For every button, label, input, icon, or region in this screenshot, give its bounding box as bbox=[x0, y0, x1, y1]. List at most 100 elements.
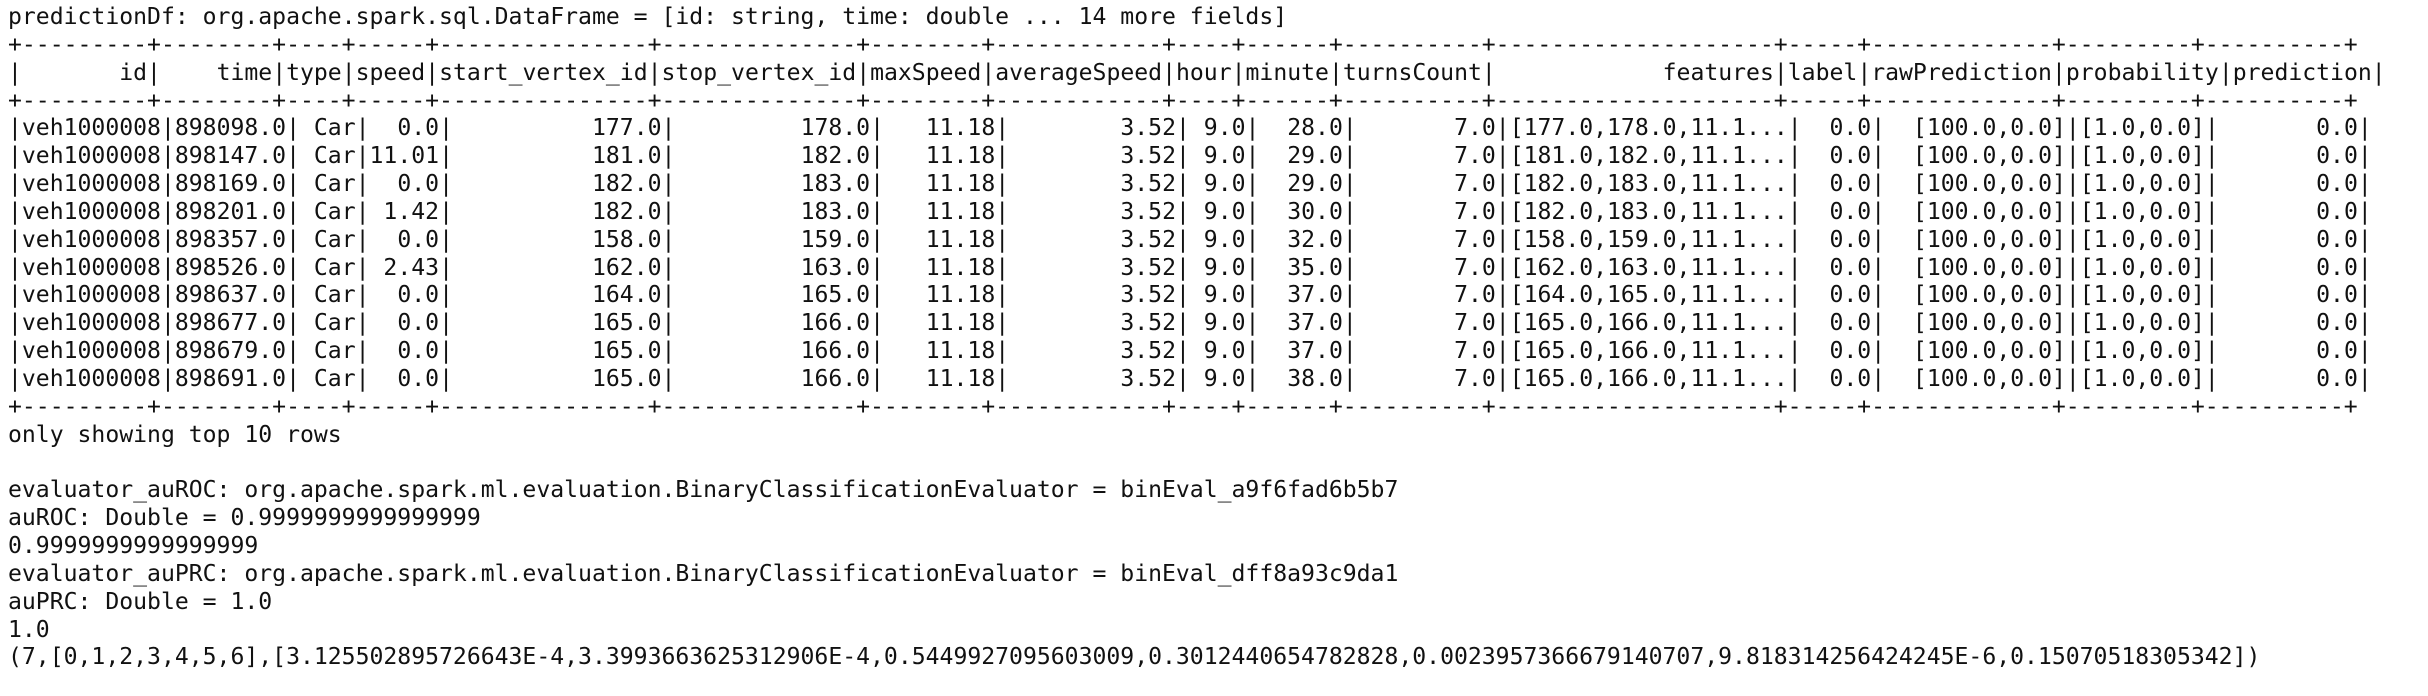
table-cell: 898526.0 bbox=[174, 254, 287, 281]
table-cell: 165.0 bbox=[675, 282, 871, 309]
table-cell: 0.0 bbox=[369, 282, 440, 309]
output-line: auROC: Double = 0.9999999999999999 bbox=[8, 505, 481, 532]
table-cell: [165.0,166.0,11.1... bbox=[1509, 310, 1788, 337]
column-header: rawPrediction bbox=[1871, 59, 2052, 86]
table-cell: [1.0,0.0] bbox=[2079, 115, 2205, 142]
table-cell: 0.0 bbox=[1801, 282, 1872, 309]
table-cell: 9.0 bbox=[1189, 254, 1246, 281]
table-cell: veh1000008 bbox=[21, 338, 161, 365]
table-row: |veh1000008|898677.0| Car| 0.0| 165.0| 1… bbox=[8, 310, 2372, 337]
table-cell: 166.0 bbox=[675, 310, 871, 337]
table-cell: veh1000008 bbox=[21, 254, 161, 281]
column-header: start_vertex_id bbox=[439, 59, 648, 86]
table-cell: Car bbox=[300, 254, 356, 281]
table-cell: 7.0 bbox=[1356, 365, 1496, 392]
dataframe-table: +---------+--------+----+-----+---------… bbox=[8, 32, 2428, 422]
table-cell: [165.0,166.0,11.1... bbox=[1509, 338, 1788, 365]
table-border: +---------+--------+----+-----+---------… bbox=[8, 393, 2358, 420]
table-cell: 3.52 bbox=[1009, 365, 1176, 392]
table-cell: [162.0,163.0,11.1... bbox=[1509, 254, 1788, 281]
table-cell: 182.0 bbox=[675, 143, 871, 170]
table-cell: [165.0,166.0,11.1... bbox=[1509, 365, 1788, 392]
table-cell: Car bbox=[300, 338, 356, 365]
table-cell: [100.0,0.0] bbox=[1885, 282, 2066, 309]
table-cell: 0.0 bbox=[369, 115, 440, 142]
table-cell: 11.18 bbox=[884, 226, 996, 253]
table-cell: 0.0 bbox=[2218, 310, 2358, 337]
table-cell: Car bbox=[300, 365, 356, 392]
table-cell: [1.0,0.0] bbox=[2079, 365, 2205, 392]
table-cell: 0.0 bbox=[2218, 282, 2358, 309]
table-cell: 898677.0 bbox=[174, 310, 287, 337]
table-cell: [100.0,0.0] bbox=[1885, 310, 2066, 337]
table-cell: [100.0,0.0] bbox=[1885, 143, 2066, 170]
column-header: features bbox=[1495, 59, 1774, 86]
table-cell: 183.0 bbox=[675, 198, 871, 225]
table-cell: 11.18 bbox=[884, 254, 996, 281]
table-cell: 11.18 bbox=[884, 282, 996, 309]
table-cell: 35.0 bbox=[1259, 254, 1343, 281]
table-cell: 0.0 bbox=[1801, 338, 1872, 365]
table-cell: [100.0,0.0] bbox=[1885, 198, 2066, 225]
table-row: |veh1000008|898201.0| Car| 1.42| 182.0| … bbox=[8, 198, 2372, 225]
table-cell: 0.0 bbox=[2218, 365, 2358, 392]
column-header: probability bbox=[2065, 59, 2219, 86]
table-cell: 2.43 bbox=[369, 254, 440, 281]
table-cell: 0.0 bbox=[369, 338, 440, 365]
table-cell: 7.0 bbox=[1356, 338, 1496, 365]
table-cell: 11.18 bbox=[884, 338, 996, 365]
table-cell: 9.0 bbox=[1189, 226, 1246, 253]
row-limit-note: only showing top 10 rows bbox=[8, 421, 342, 448]
table-cell: [100.0,0.0] bbox=[1885, 338, 2066, 365]
table-cell: 0.0 bbox=[2218, 226, 2358, 253]
table-cell: [164.0,165.0,11.1... bbox=[1509, 282, 1788, 309]
column-header: id bbox=[21, 59, 148, 86]
table-cell: 30.0 bbox=[1259, 198, 1343, 225]
table-cell: 898637.0 bbox=[174, 282, 287, 309]
table-cell: [1.0,0.0] bbox=[2079, 198, 2205, 225]
column-header: prediction bbox=[2232, 59, 2372, 86]
table-row: |veh1000008|898637.0| Car| 0.0| 164.0| 1… bbox=[8, 282, 2372, 309]
table-cell: Car bbox=[300, 143, 356, 170]
table-row: |veh1000008|898147.0| Car|11.01| 181.0| … bbox=[8, 143, 2372, 170]
column-header: maxSpeed bbox=[870, 59, 982, 86]
table-cell: 165.0 bbox=[452, 310, 662, 337]
column-header: label bbox=[1787, 59, 1858, 86]
table-cell: [1.0,0.0] bbox=[2079, 254, 2205, 281]
table-cell: 7.0 bbox=[1356, 226, 1496, 253]
table-border: +---------+--------+----+-----+---------… bbox=[8, 87, 2358, 114]
table-cell: veh1000008 bbox=[21, 198, 161, 225]
table-cell: 0.0 bbox=[1801, 310, 1872, 337]
table-cell: 183.0 bbox=[675, 171, 871, 198]
table-row: |veh1000008|898098.0| Car| 0.0| 177.0| 1… bbox=[8, 115, 2372, 142]
table-cell: Car bbox=[300, 198, 356, 225]
table-cell: 29.0 bbox=[1259, 143, 1343, 170]
table-cell: 9.0 bbox=[1189, 310, 1246, 337]
table-cell: 166.0 bbox=[675, 338, 871, 365]
table-cell: 898357.0 bbox=[174, 226, 287, 253]
table-cell: 159.0 bbox=[675, 226, 871, 253]
table-cell: Car bbox=[300, 310, 356, 337]
table-cell: veh1000008 bbox=[21, 171, 161, 198]
column-header: type bbox=[286, 59, 342, 86]
table-cell: [177.0,178.0,11.1... bbox=[1509, 115, 1788, 142]
column-header: averageSpeed bbox=[995, 59, 1163, 86]
table-cell: 29.0 bbox=[1259, 171, 1343, 198]
table-cell: 9.0 bbox=[1189, 338, 1246, 365]
table-cell: 0.0 bbox=[369, 310, 440, 337]
table-cell: 3.52 bbox=[1009, 254, 1176, 281]
table-cell: 3.52 bbox=[1009, 226, 1176, 253]
table-cell: [100.0,0.0] bbox=[1885, 226, 2066, 253]
table-cell: veh1000008 bbox=[21, 282, 161, 309]
table-cell: 898679.0 bbox=[174, 338, 287, 365]
table-cell: 9.0 bbox=[1189, 198, 1246, 225]
table-cell: 0.0 bbox=[1801, 143, 1872, 170]
table-cell: [1.0,0.0] bbox=[2079, 282, 2205, 309]
table-cell: veh1000008 bbox=[21, 365, 161, 392]
table-cell: 165.0 bbox=[452, 365, 662, 392]
table-cell: 182.0 bbox=[452, 171, 662, 198]
table-cell: 7.0 bbox=[1356, 254, 1496, 281]
table-cell: 9.0 bbox=[1189, 282, 1246, 309]
table-row: |veh1000008|898169.0| Car| 0.0| 182.0| 1… bbox=[8, 171, 2372, 198]
table-cell: 1.42 bbox=[369, 198, 440, 225]
